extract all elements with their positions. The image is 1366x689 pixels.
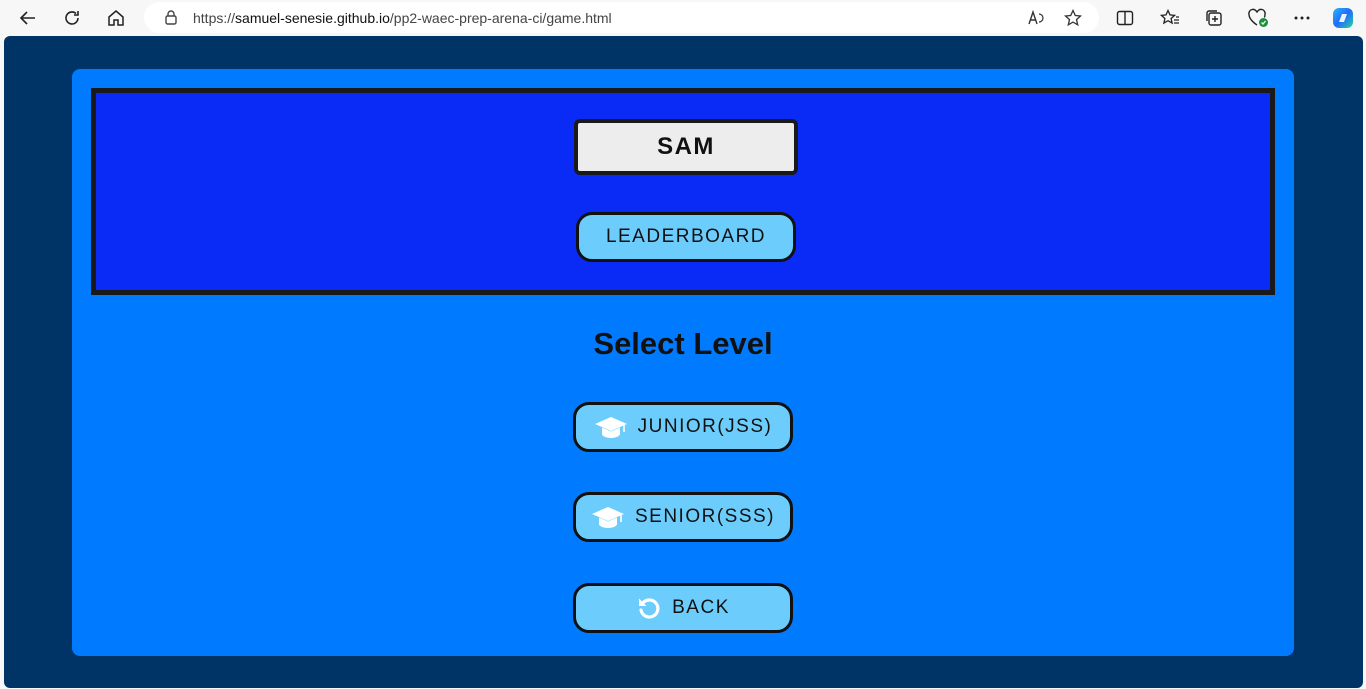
back-button[interactable]: BACK xyxy=(573,583,793,633)
collections-icon[interactable] xyxy=(1200,4,1228,32)
favorites-icon[interactable] xyxy=(1156,4,1184,32)
favorite-star-icon[interactable] xyxy=(1059,4,1087,32)
junior-level-label: JUNIOR(JSS) xyxy=(637,416,773,437)
copilot-icon[interactable] xyxy=(1329,4,1357,32)
graduation-cap-icon xyxy=(591,505,625,529)
leaderboard-button-label: LEADERBOARD xyxy=(605,226,767,247)
rotate-left-icon xyxy=(636,595,662,621)
back-button-label: BACK xyxy=(672,597,730,618)
address-bar[interactable]: https://samuel-senesie.github.io/pp2-wae… xyxy=(144,2,1099,33)
url-scheme: https:// xyxy=(193,10,236,26)
more-menu-icon[interactable] xyxy=(1288,4,1316,32)
player-name-display: SAM xyxy=(574,119,798,175)
senior-level-label: SENIOR(SSS) xyxy=(634,506,776,527)
junior-level-button[interactable]: JUNIOR(JSS) xyxy=(573,402,793,452)
back-arrow-icon[interactable] xyxy=(14,4,42,32)
lock-icon xyxy=(164,9,178,25)
browser-essentials-icon[interactable] xyxy=(1244,4,1272,32)
read-aloud-icon[interactable] xyxy=(1022,4,1050,32)
player-panel: SAM LEADERBOARD xyxy=(91,88,1275,295)
url-text: https://samuel-senesie.github.io/pp2-wae… xyxy=(193,10,612,26)
url-path: /pp2-waec-prep-arena-ci/game.html xyxy=(389,10,612,26)
game-card: SAM LEADERBOARD Select Level JUNIOR(JSS)… xyxy=(72,69,1294,656)
page-background: SAM LEADERBOARD Select Level JUNIOR(JSS)… xyxy=(4,36,1363,688)
url-host: samuel-senesie.github.io xyxy=(235,10,390,26)
home-icon[interactable] xyxy=(102,4,130,32)
browser-toolbar: https://samuel-senesie.github.io/pp2-wae… xyxy=(0,0,1366,36)
leaderboard-button[interactable]: LEADERBOARD xyxy=(576,212,796,262)
graduation-cap-icon xyxy=(594,415,628,439)
refresh-icon[interactable] xyxy=(58,4,86,32)
senior-level-button[interactable]: SENIOR(SSS) xyxy=(573,492,793,542)
split-screen-icon[interactable] xyxy=(1111,4,1139,32)
page-title: Select Level xyxy=(593,326,773,361)
